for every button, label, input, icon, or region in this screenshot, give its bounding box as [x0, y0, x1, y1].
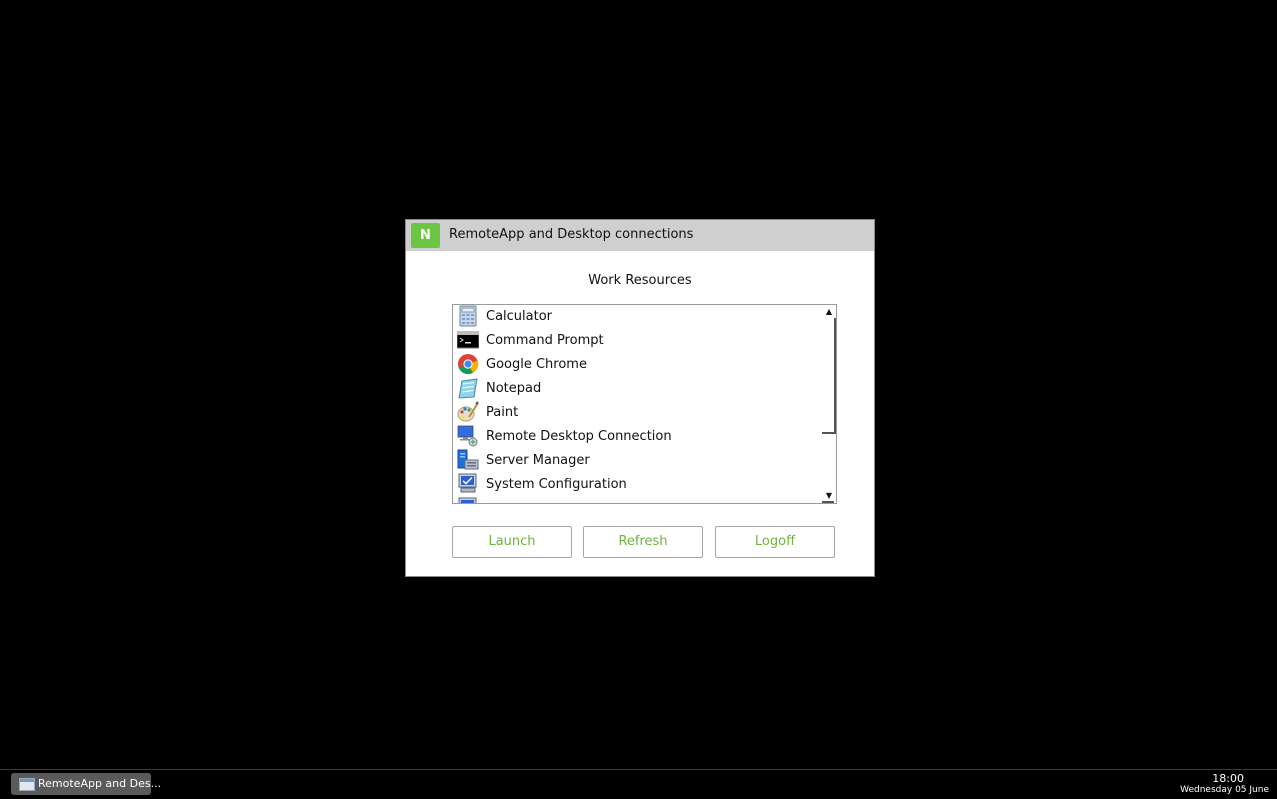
scroll-track-end — [822, 501, 834, 503]
notepad-icon — [458, 378, 478, 399]
list-item-google-chrome[interactable]: Google Chrome — [453, 353, 821, 377]
list-item-label: Google Chrome — [486, 357, 587, 372]
list-item-label: Command Prompt — [486, 333, 604, 348]
dialog-title: RemoteApp and Desktop connections — [449, 227, 694, 242]
calculator-icon — [459, 305, 477, 327]
server-manager-icon — [457, 449, 479, 470]
nx-logo-icon: N — [411, 223, 440, 248]
taskbar: RemoteApp and Des... 18:00 Wednesday 05 … — [0, 769, 1277, 799]
list-item-label: Server Manager — [486, 453, 590, 468]
dialog-titlebar[interactable]: N RemoteApp and Desktop connections — [406, 220, 874, 251]
list-item-notepad[interactable]: Notepad — [453, 377, 821, 401]
clock-date: Wednesday 05 June — [1180, 785, 1269, 795]
taskbar-item-label: RemoteApp and Des... — [38, 777, 162, 790]
refresh-button[interactable]: Refresh — [583, 526, 703, 558]
list-item-calculator[interactable]: Calculator — [453, 305, 821, 329]
system-configuration-icon — [458, 473, 477, 493]
chrome-icon — [458, 354, 479, 375]
work-resources-heading: Work Resources — [588, 273, 692, 288]
window-icon — [19, 778, 35, 791]
list-item-system-configuration[interactable]: System Configuration — [453, 473, 821, 497]
list-item-partial[interactable] — [453, 497, 821, 503]
scroll-up-arrow-icon[interactable]: ▲ — [822, 306, 836, 318]
list-item-label: System Configuration — [486, 477, 627, 492]
list-item-label: Remote Desktop Connection — [486, 429, 672, 444]
list-item-paint[interactable]: Paint — [453, 401, 821, 425]
remoteapp-dialog: N RemoteApp and Desktop connections Work… — [405, 219, 875, 577]
launch-button[interactable]: Launch — [452, 526, 572, 558]
list-item-label: Calculator — [486, 309, 553, 324]
logoff-button[interactable]: Logoff — [715, 526, 835, 558]
scroll-thumb[interactable] — [822, 318, 836, 434]
taskbar-item-remoteapp[interactable]: RemoteApp and Des... — [11, 773, 161, 795]
list-item-server-manager[interactable]: Server Manager — [453, 449, 821, 473]
paint-icon — [457, 401, 479, 422]
remote-desktop-icon — [457, 425, 478, 447]
command-prompt-icon — [457, 331, 479, 349]
application-icon — [458, 497, 477, 503]
list-scrollbar[interactable]: ▲ ▼ — [822, 305, 836, 503]
list-item-label: Paint — [486, 405, 519, 420]
clock-time: 18:00 — [1212, 772, 1244, 785]
list-item-remote-desktop-connection[interactable]: Remote Desktop Connection — [453, 425, 821, 449]
resources-listbox[interactable]: Calculator Command Prompt Google Chrome … — [452, 304, 837, 504]
list-item-label: Notepad — [486, 381, 542, 396]
list-item-command-prompt[interactable]: Command Prompt — [453, 329, 821, 353]
